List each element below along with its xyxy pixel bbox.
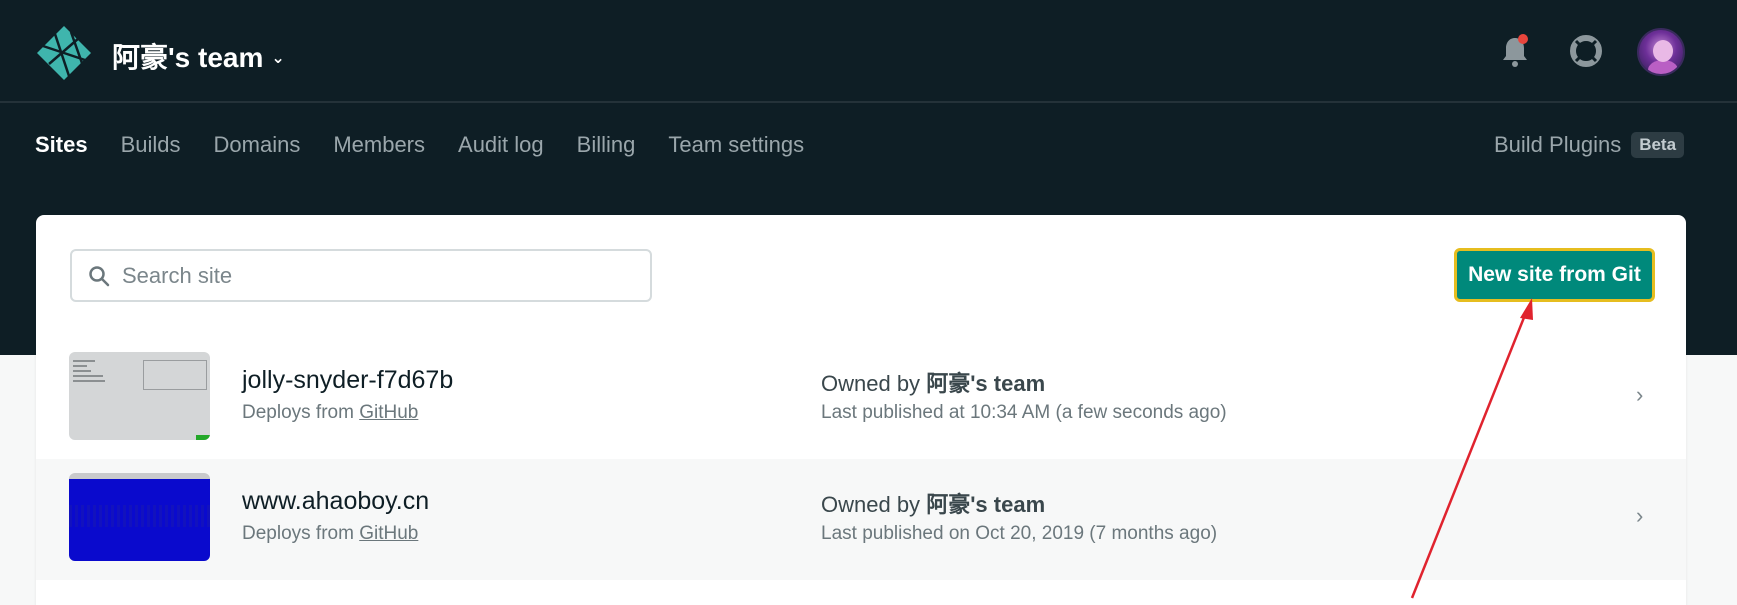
- search-icon: [89, 265, 110, 286]
- user-avatar[interactable]: [1637, 28, 1685, 76]
- new-site-from-git-button[interactable]: New site from Git: [1454, 248, 1655, 302]
- chevron-right-icon: ›: [1636, 503, 1644, 528]
- deploys-source-link[interactable]: GitHub: [359, 523, 418, 544]
- help-lifebuoy-icon[interactable]: [1570, 35, 1602, 67]
- deploys-from: Deploys from GitHub: [242, 523, 418, 545]
- owned-by: Owned by 阿豪's team: [821, 487, 1045, 519]
- bell-icon[interactable]: [1500, 34, 1530, 68]
- last-published: Last published on Oct 20, 2019 (7 months…: [821, 523, 1218, 544]
- build-plugins-label: Build Plugins: [1494, 132, 1622, 157]
- nav-builds[interactable]: Builds: [121, 128, 181, 162]
- site-name[interactable]: www.ahaoboy.cn: [242, 487, 429, 516]
- nav-audit-log[interactable]: Audit log: [458, 128, 544, 162]
- team-switcher[interactable]: 阿豪's team ⌄: [112, 36, 285, 76]
- owner-name: 阿豪's team: [926, 371, 1046, 396]
- netlify-logo-icon[interactable]: [35, 24, 93, 82]
- beta-badge: Beta: [1631, 132, 1685, 158]
- site-name[interactable]: jolly-snyder-f7d67b: [242, 366, 453, 395]
- sites-card: New site from Git jolly-snyder-f7d67b De…: [36, 215, 1686, 605]
- owned-prefix: Owned by: [821, 371, 921, 396]
- chevron-right-icon: ›: [1636, 382, 1644, 407]
- owned-prefix: Owned by: [821, 492, 921, 517]
- site-thumbnail: [69, 473, 210, 561]
- chevron-down-icon: ⌄: [271, 50, 285, 67]
- owner-name: 阿豪's team: [926, 492, 1046, 517]
- search-field[interactable]: [70, 249, 652, 302]
- nav-members[interactable]: Members: [333, 128, 425, 162]
- nav-sites[interactable]: Sites: [35, 128, 88, 162]
- site-thumbnail: [69, 352, 210, 440]
- deploys-source-link[interactable]: GitHub: [359, 402, 418, 423]
- site-row[interactable]: jolly-snyder-f7d67b Deploys from GitHub …: [36, 338, 1686, 459]
- deploys-prefix: Deploys from: [242, 402, 354, 423]
- nav-build-plugins[interactable]: Build Plugins Beta: [1494, 128, 1685, 162]
- deploys-prefix: Deploys from: [242, 523, 354, 544]
- site-row[interactable]: www.ahaoboy.cn Deploys from GitHub Owned…: [36, 459, 1686, 580]
- deploys-from: Deploys from GitHub: [242, 402, 418, 424]
- nav-billing[interactable]: Billing: [577, 128, 636, 162]
- nav-team-settings[interactable]: Team settings: [668, 128, 804, 162]
- team-name-label: 阿豪's team: [112, 42, 264, 73]
- search-input[interactable]: [122, 262, 622, 289]
- team-nav: Sites Builds Domains Members Audit log B…: [35, 128, 837, 162]
- owned-by: Owned by 阿豪's team: [821, 366, 1045, 398]
- nav-domains[interactable]: Domains: [214, 128, 301, 162]
- last-published: Last published at 10:34 AM (a few second…: [821, 402, 1227, 423]
- team-bar: 阿豪's team ⌄: [0, 0, 1737, 103]
